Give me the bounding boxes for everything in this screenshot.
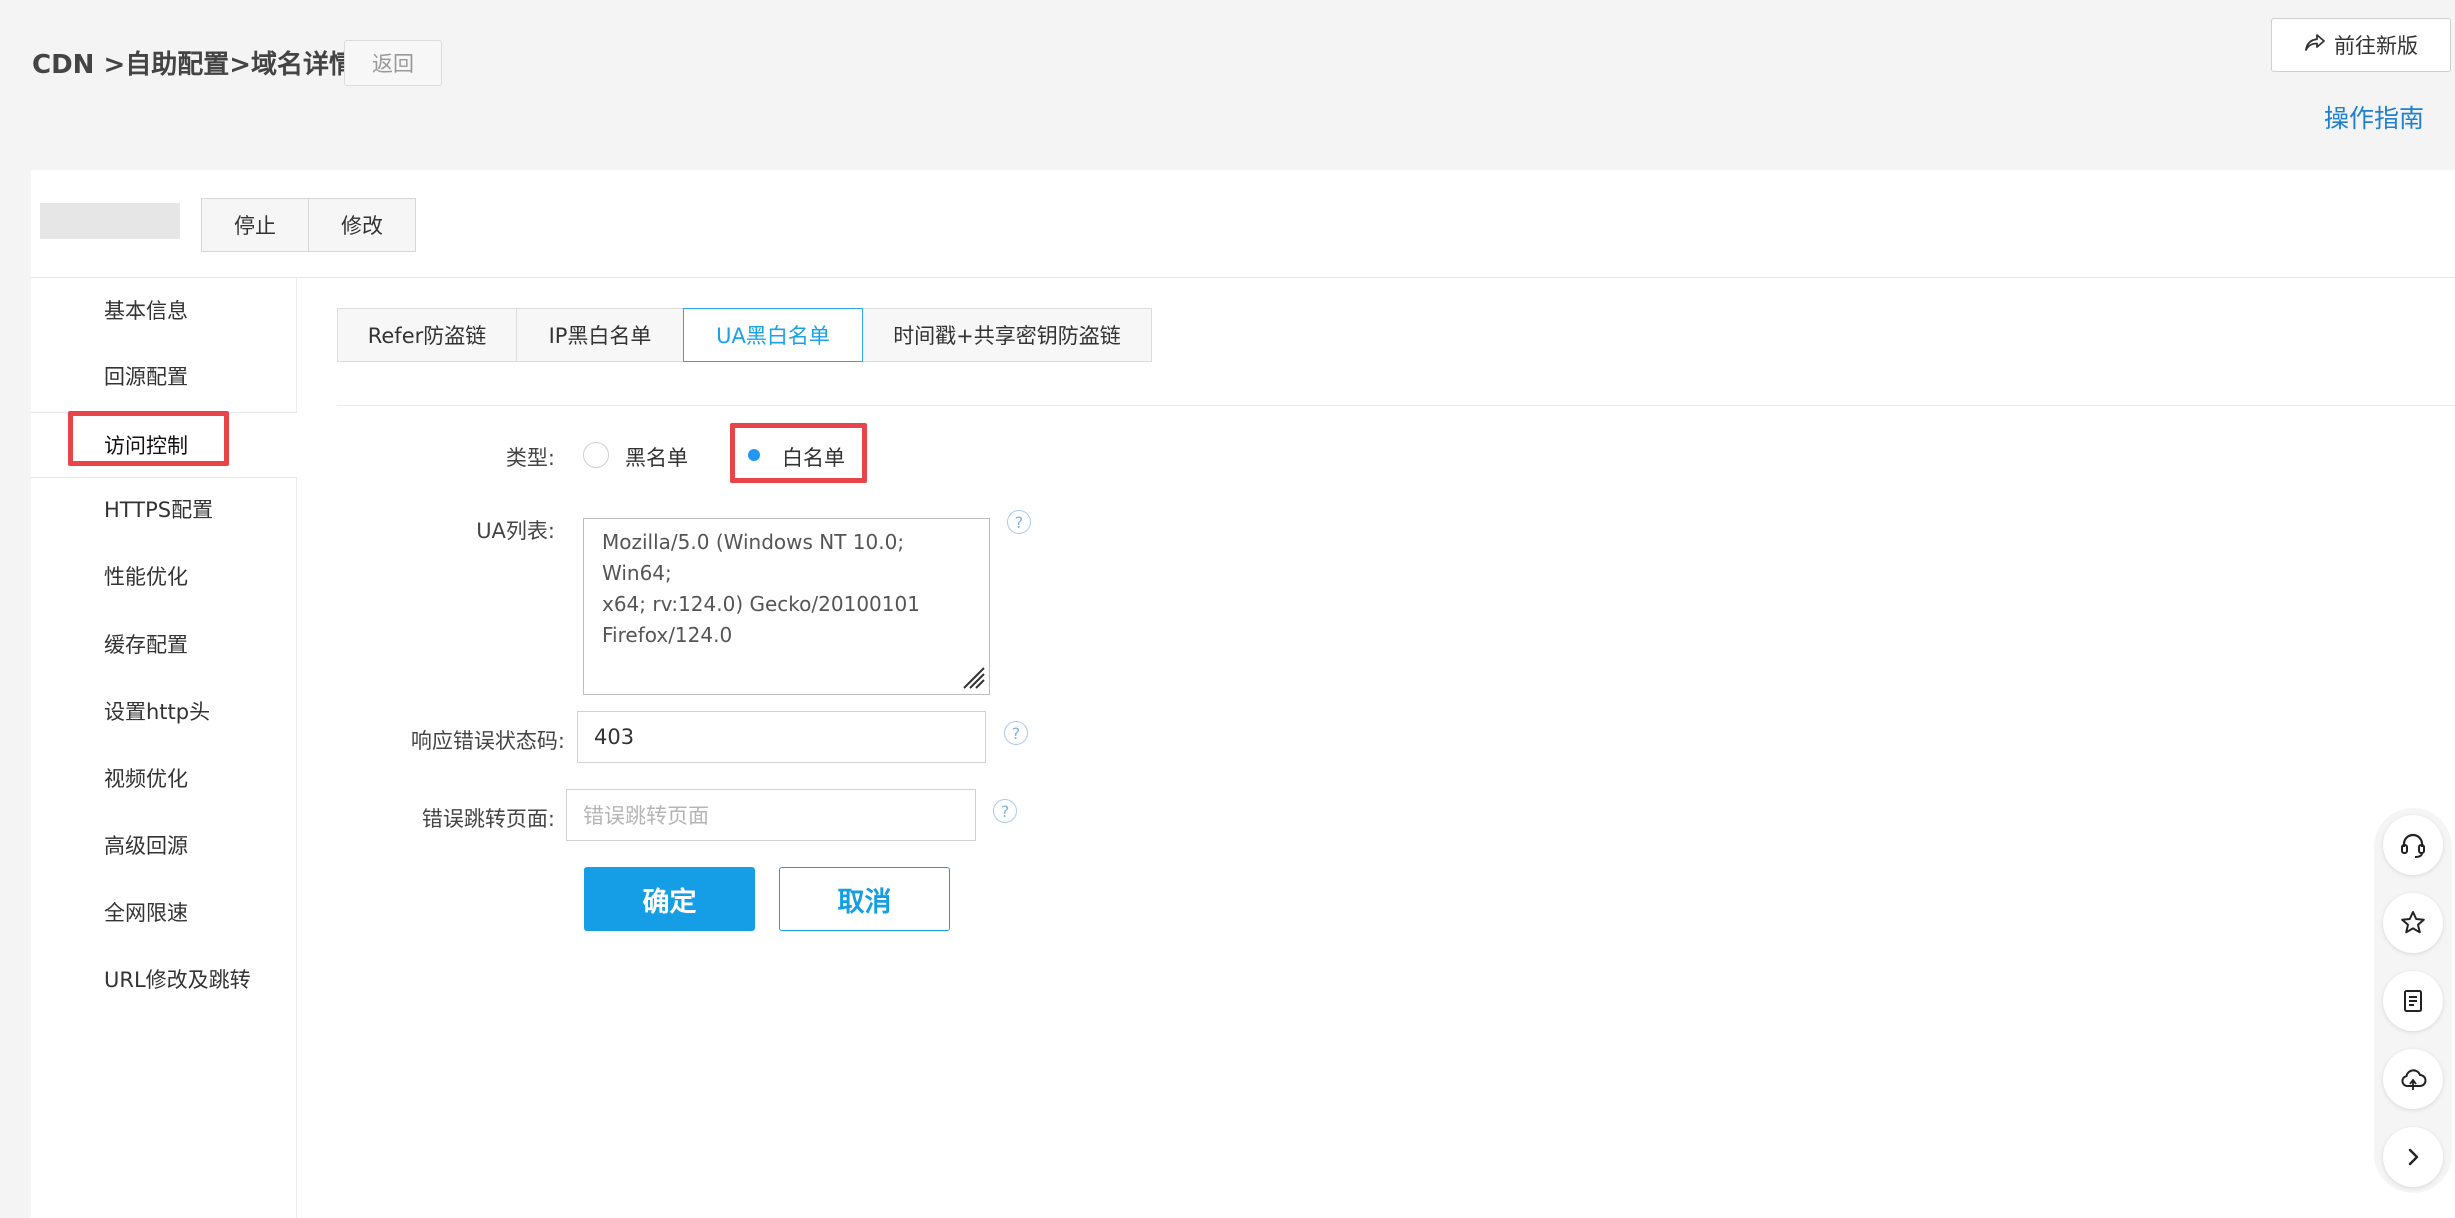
type-label: 类型: bbox=[505, 446, 555, 470]
radio-blacklist[interactable] bbox=[583, 442, 609, 468]
back-button[interactable]: 返回 bbox=[344, 40, 442, 86]
tab-timestamp-key[interactable]: 时间戳+共享密钥防盗链 bbox=[862, 308, 1152, 362]
help-icon[interactable]: ? bbox=[1007, 510, 1031, 534]
sidebar-item-label: 设置http头 bbox=[104, 700, 211, 724]
toolbar-divider bbox=[31, 277, 2455, 278]
sidebar-item-basic-info[interactable]: 基本信息 bbox=[31, 277, 297, 343]
redirect-page-label: 错误跳转页面: bbox=[421, 807, 555, 831]
floating-toolbar bbox=[2374, 808, 2452, 1193]
sidebar-item-label: 视频优化 bbox=[104, 767, 188, 791]
sidebar-item-cache-config[interactable]: 缓存配置 bbox=[31, 611, 297, 677]
tab-refer-hotlink[interactable]: Refer防盗链 bbox=[337, 308, 517, 362]
radio-blacklist-label[interactable]: 黑名单 bbox=[625, 442, 688, 472]
sidebar-item-label: URL修改及跳转 bbox=[104, 968, 251, 992]
redirect-page-input[interactable]: 错误跳转页面 bbox=[566, 789, 976, 841]
breadcrumb: CDN >自助配置>域名详情 bbox=[32, 50, 356, 80]
status-code-label: 响应错误状态码: bbox=[410, 729, 565, 753]
sidebar-item-label: 基本信息 bbox=[104, 299, 188, 323]
domain-name-redacted bbox=[40, 203, 180, 239]
stop-button[interactable]: 停止 bbox=[201, 198, 309, 252]
sidebar-item-label: 高级回源 bbox=[104, 834, 188, 858]
sidebar-item-http-header[interactable]: 设置http头 bbox=[31, 678, 297, 744]
status-code-input[interactable]: 403 bbox=[577, 711, 986, 763]
help-icon[interactable]: ? bbox=[993, 799, 1017, 823]
sidebar-item-label: 全网限速 bbox=[104, 901, 188, 925]
sidebar-item-origin-config[interactable]: 回源配置 bbox=[31, 343, 297, 409]
cloud-icon[interactable] bbox=[2383, 1049, 2443, 1109]
highlight-box-whitelist bbox=[730, 423, 867, 483]
sidebar-item-rate-limit[interactable]: 全网限速 bbox=[31, 879, 297, 945]
headset-icon[interactable] bbox=[2383, 815, 2443, 875]
sidebar-item-label: 性能优化 bbox=[104, 565, 188, 589]
sidebar-item-performance[interactable]: 性能优化 bbox=[31, 543, 297, 609]
new-version-label: 前往新版 bbox=[2334, 34, 2418, 58]
tab-bar: Refer防盗链 IP黑白名单 UA黑白名单 时间戳+共享密钥防盗链 bbox=[337, 308, 1152, 362]
sidebar-item-label: 缓存配置 bbox=[104, 633, 188, 657]
star-icon[interactable] bbox=[2383, 893, 2443, 953]
tab-ip-list[interactable]: IP黑白名单 bbox=[516, 308, 684, 362]
sidebar-item-label: 回源配置 bbox=[104, 365, 188, 389]
chevron-right-icon[interactable] bbox=[2383, 1127, 2443, 1187]
sidebar-item-video-optimization[interactable]: 视频优化 bbox=[31, 745, 297, 811]
ua-list-textarea[interactable]: Mozilla/5.0 (Windows NT 10.0; Win64; x64… bbox=[583, 518, 990, 695]
ua-list-label: UA列表: bbox=[476, 519, 555, 543]
sidebar-item-label: HTTPS配置 bbox=[104, 498, 214, 522]
sidebar-item-url-rewrite[interactable]: URL修改及跳转 bbox=[31, 946, 297, 1012]
radio-blacklist-option[interactable] bbox=[583, 442, 609, 472]
document-icon[interactable] bbox=[2383, 971, 2443, 1031]
cancel-button[interactable]: 取消 bbox=[779, 867, 950, 931]
new-version-button[interactable]: 前往新版 bbox=[2271, 18, 2451, 72]
help-icon[interactable]: ? bbox=[1004, 721, 1028, 745]
resize-grip-icon[interactable] bbox=[958, 662, 986, 690]
tab-ua-list[interactable]: UA黑白名单 bbox=[683, 308, 863, 362]
confirm-button[interactable]: 确定 bbox=[584, 867, 755, 931]
share-arrow-icon bbox=[2304, 33, 2326, 58]
content-divider bbox=[337, 405, 2455, 406]
sidebar-item-https-config[interactable]: HTTPS配置 bbox=[31, 476, 297, 542]
highlight-box-access-control bbox=[68, 411, 229, 466]
sidebar-item-advanced-origin[interactable]: 高级回源 bbox=[31, 812, 297, 878]
guide-link[interactable]: 操作指南 bbox=[2324, 99, 2424, 135]
edit-button[interactable]: 修改 bbox=[308, 198, 416, 252]
